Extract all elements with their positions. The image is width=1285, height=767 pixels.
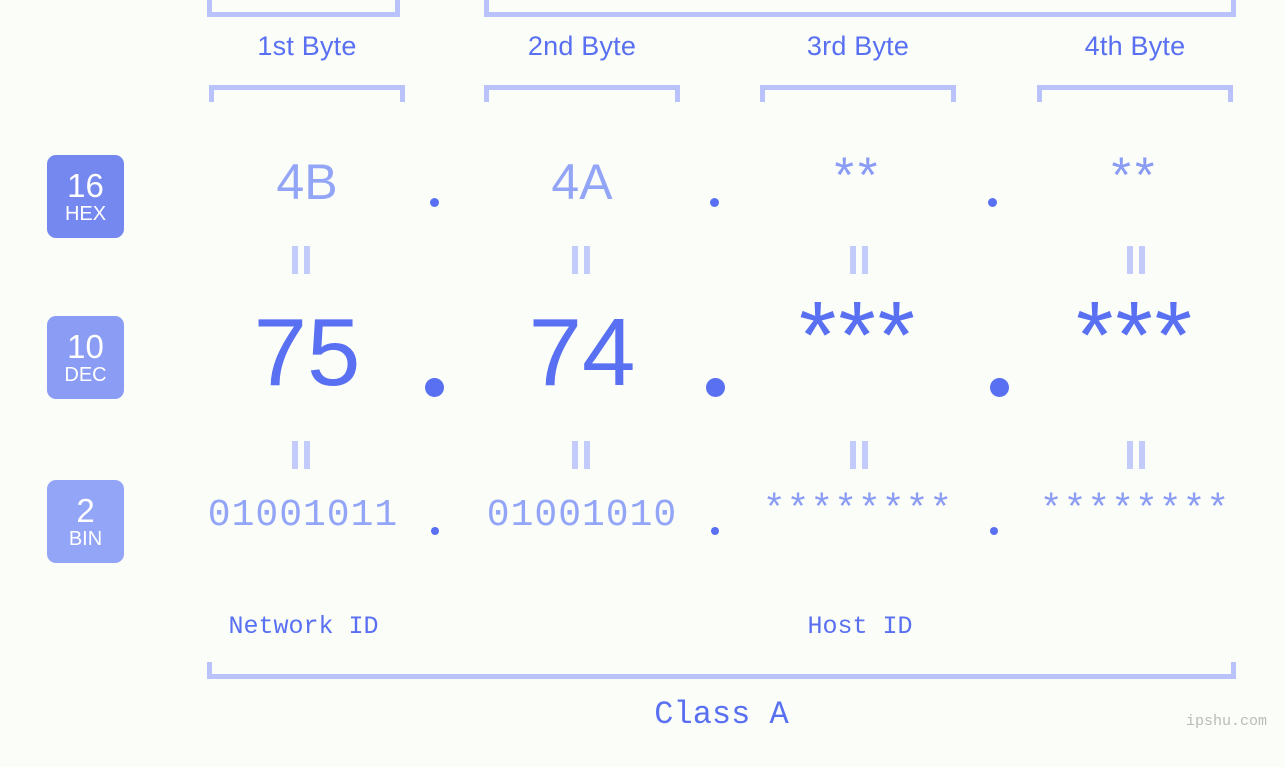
dec-separator-dot-1 xyxy=(425,378,444,397)
dec-separator-dot-2 xyxy=(706,378,725,397)
hex-separator-dot-1 xyxy=(430,198,439,207)
byte-header-2: 2nd Byte xyxy=(527,31,637,61)
equals-connector-hex-dec-4 xyxy=(1127,246,1146,274)
byte-bracket-top-2 xyxy=(484,85,680,102)
hex-byte-1: 4B xyxy=(276,154,338,210)
bin-byte-1: 01001011 xyxy=(207,494,399,537)
radix-badge-hex-number: 16 xyxy=(67,167,104,204)
bin-byte-4: ******** xyxy=(1039,489,1231,532)
bin-separator-dot-1 xyxy=(431,527,439,535)
radix-badge-bin: 2 BIN xyxy=(47,480,124,563)
dec-byte-1: 75 xyxy=(253,299,361,406)
byte-bracket-top-4 xyxy=(1037,85,1233,102)
byte-header-1: 1st Byte xyxy=(257,31,357,61)
bin-separator-dot-2 xyxy=(711,527,719,535)
byte-header-3: 3rd Byte xyxy=(806,31,910,61)
dec-byte-4: *** xyxy=(1075,282,1195,389)
class-label: Class A xyxy=(654,696,789,733)
network-id-bracket xyxy=(207,0,400,17)
equals-connector-hex-dec-1 xyxy=(292,246,311,274)
equals-connector-dec-bin-4 xyxy=(1127,441,1146,469)
equals-connector-dec-bin-3 xyxy=(850,441,869,469)
ip-address-breakdown-diagram: 1st Byte 2nd Byte 3rd Byte 4th Byte 16 H… xyxy=(0,0,1285,767)
bin-separator-dot-3 xyxy=(990,527,998,535)
dec-byte-2: 74 xyxy=(528,299,636,406)
equals-connector-hex-dec-2 xyxy=(572,246,591,274)
site-watermark: ipshu.com xyxy=(1185,713,1267,730)
equals-connector-dec-bin-1 xyxy=(292,441,311,469)
hex-byte-2: 4A xyxy=(551,154,613,210)
equals-connector-hex-dec-3 xyxy=(850,246,869,274)
radix-badge-hex: 16 HEX xyxy=(47,155,124,238)
hex-byte-3: ** xyxy=(834,147,882,203)
dec-byte-3: *** xyxy=(798,282,918,389)
bin-byte-2: 01001010 xyxy=(486,494,678,537)
radix-badge-dec: 10 DEC xyxy=(47,316,124,399)
radix-badge-hex-name: HEX xyxy=(64,203,107,225)
byte-bracket-top-1 xyxy=(209,85,405,102)
radix-badge-bin-number: 2 xyxy=(76,492,95,529)
hex-separator-dot-2 xyxy=(710,198,719,207)
host-id-label: Host ID xyxy=(807,612,913,641)
host-id-bracket xyxy=(484,0,1236,17)
radix-badge-dec-number: 10 xyxy=(67,328,104,365)
radix-badge-bin-name: BIN xyxy=(68,528,103,550)
bin-byte-3: ******** xyxy=(762,489,954,532)
network-id-label: Network ID xyxy=(228,612,379,641)
byte-header-4: 4th Byte xyxy=(1084,31,1186,61)
hex-separator-dot-3 xyxy=(988,198,997,207)
byte-bracket-top-3 xyxy=(760,85,956,102)
radix-badge-dec-name: DEC xyxy=(64,364,107,386)
equals-connector-dec-bin-2 xyxy=(572,441,591,469)
dec-separator-dot-3 xyxy=(990,378,1009,397)
hex-byte-4: ** xyxy=(1111,147,1159,203)
class-bracket xyxy=(207,662,1236,679)
